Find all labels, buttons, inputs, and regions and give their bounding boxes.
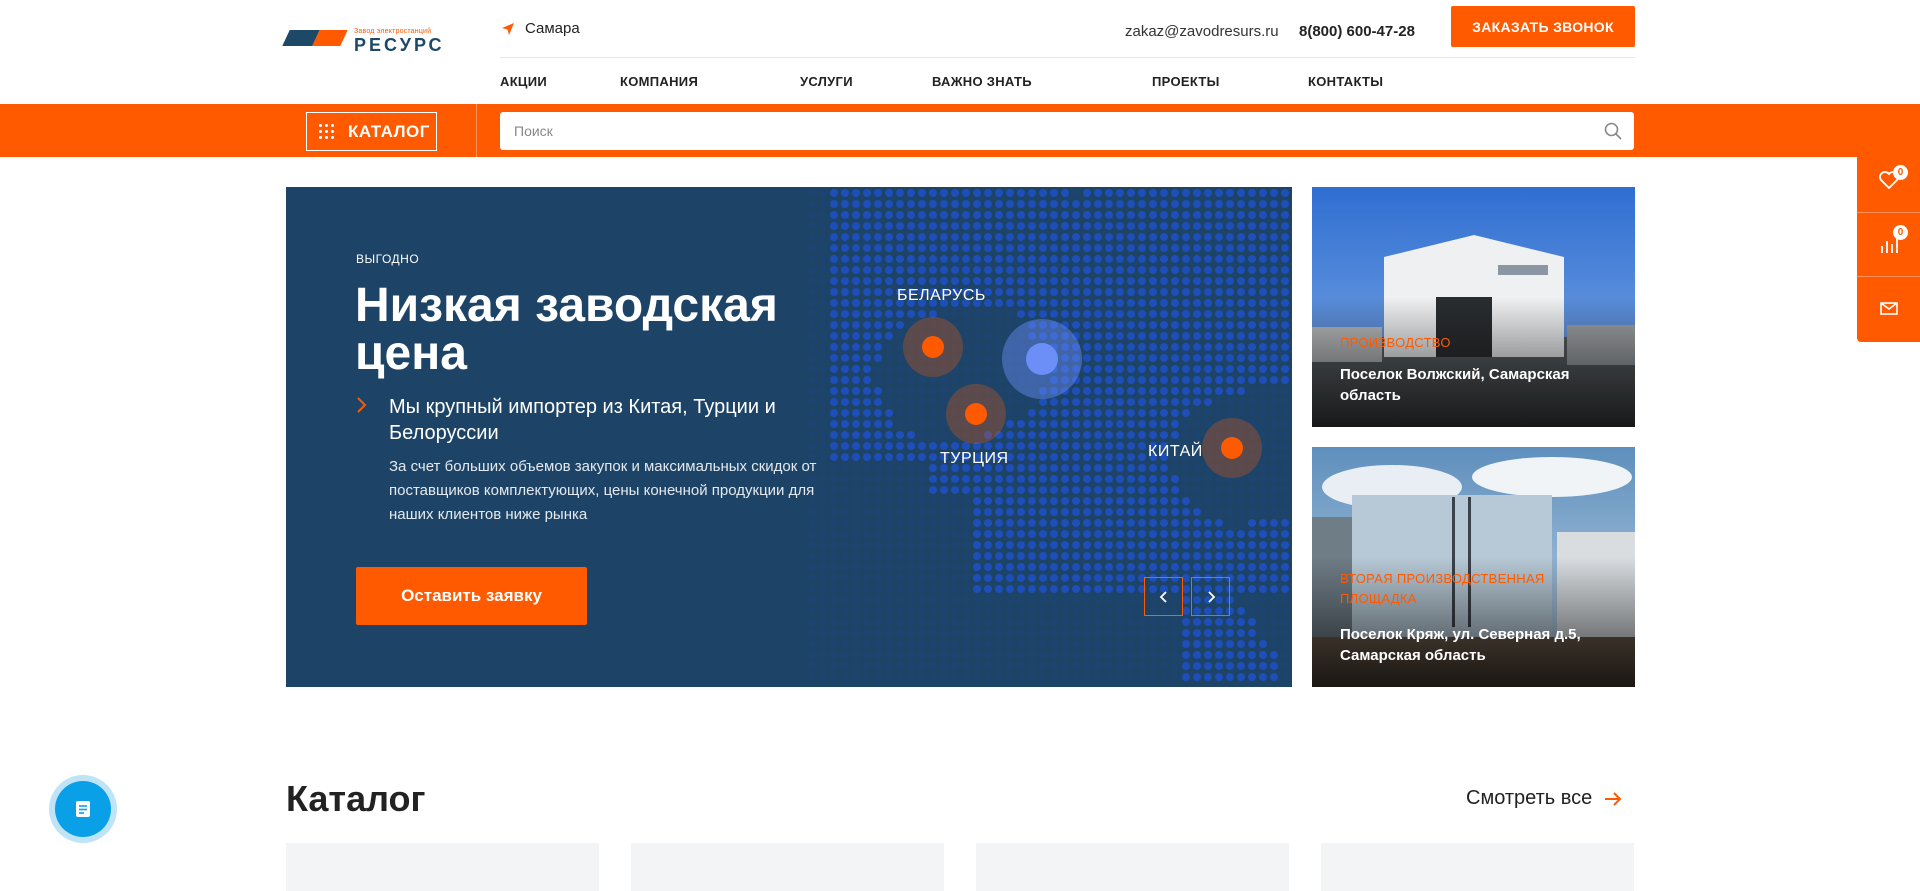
location-arrow-icon — [502, 22, 514, 35]
compare-button[interactable]: 0 — [1857, 213, 1920, 275]
apply-button[interactable]: Оставить заявку — [356, 567, 587, 625]
main-nav: АКЦИИ КОМПАНИЯ УСЛУГИ ВАЖНО ЗНАТЬ ПРОЕКТ… — [500, 74, 1635, 92]
location-card[interactable]: Вторая производственная площадка Поселок… — [1312, 447, 1635, 687]
slider-next-button[interactable] — [1191, 577, 1230, 616]
catalog-tile[interactable] — [631, 843, 944, 891]
chat-widget-button[interactable] — [49, 775, 117, 843]
see-all-link[interactable]: Смотреть все — [1466, 787, 1622, 810]
catalog-tile[interactable] — [1321, 843, 1634, 891]
site-logo[interactable]: Завод электростанций РЕСУРС — [282, 24, 466, 54]
search-input[interactable] — [500, 112, 1634, 150]
city-name: Самара — [525, 20, 580, 37]
logo-name: РЕСУРС — [354, 35, 445, 55]
card-title: Поселок Волжский, Самарская область — [1340, 366, 1570, 404]
catalog-tile[interactable] — [976, 843, 1289, 891]
location-card[interactable]: Производство Поселок Волжский, Самарская… — [1312, 187, 1635, 427]
bar-separator — [476, 104, 477, 157]
grid-dots-icon — [319, 124, 334, 139]
header-divider — [500, 57, 1635, 58]
search-box — [500, 112, 1634, 150]
logo-wordmark: Завод электростанций РЕСУРС — [354, 28, 445, 54]
favorites-button[interactable]: 0 — [1857, 149, 1920, 211]
slider-prev-button[interactable] — [1144, 577, 1183, 616]
map-label-belarus: БЕЛАРУСЬ — [897, 287, 986, 304]
map-label-china: КИТАЙ — [1148, 443, 1203, 460]
envelope-icon — [1879, 302, 1898, 315]
catalog-section-title: Каталог — [286, 778, 426, 819]
see-all-label: Смотреть все — [1466, 787, 1593, 809]
nav-item-promotions[interactable]: АКЦИИ — [500, 74, 547, 89]
logo-mark — [282, 26, 348, 48]
search-icon[interactable] — [1604, 122, 1622, 140]
catalog-tile[interactable] — [286, 843, 599, 891]
contact-phone[interactable]: 8(800) 600-47-28 — [1299, 23, 1415, 40]
hero-title: Низкая заводская цена — [355, 279, 778, 380]
callback-button[interactable]: ЗАКАЗАТЬ ЗВОНОК — [1451, 6, 1635, 47]
document-icon — [76, 801, 90, 817]
nav-item-company[interactable]: КОМПАНИЯ — [620, 74, 698, 89]
nav-item-important[interactable]: ВАЖНО ЗНАТЬ — [932, 74, 1032, 89]
card-tag: Вторая производственная площадка — [1340, 571, 1545, 606]
chevron-right-icon — [1207, 590, 1215, 603]
card-title: Поселок Кряж, ул. Северная д.5, Самарска… — [1340, 626, 1581, 664]
catalog-button-label: КАТАЛОГ — [348, 121, 430, 141]
contact-email[interactable]: zakaz@zavodresurs.ru — [1125, 23, 1279, 40]
favorites-count: 0 — [1893, 165, 1908, 180]
catalog-button[interactable]: КАТАЛОГ — [306, 112, 437, 151]
map-label-turkey: ТУРЦИЯ — [940, 450, 1009, 467]
chevron-left-icon — [1159, 590, 1167, 603]
nav-item-services[interactable]: УСЛУГИ — [800, 74, 853, 89]
arrow-right-icon — [1605, 791, 1622, 806]
hero-tag: выгодно — [356, 252, 420, 266]
hero-subtitle: Мы крупный импортер из Китая, Турции и Б… — [389, 396, 776, 444]
compare-count: 0 — [1893, 225, 1908, 240]
nav-item-projects[interactable]: ПРОЕКТЫ — [1152, 74, 1220, 89]
city-selector[interactable]: Самара — [501, 20, 580, 37]
card-tag: Производство — [1340, 335, 1451, 350]
hero-slider: БЕЛАРУСЬ ТУРЦИЯ КИТАЙ выгодно Низкая зав… — [286, 187, 1292, 687]
site-header: Завод электростанций РЕСУРС Самара zakaz… — [0, 0, 1920, 104]
mail-button[interactable] — [1857, 277, 1920, 339]
floating-action-panel: 0 0 — [1857, 149, 1920, 342]
nav-item-contacts[interactable]: КОНТАКТЫ — [1308, 74, 1383, 89]
chevron-right-icon — [357, 397, 367, 413]
hero-description: За счет больших объемов закупок и максим… — [389, 458, 817, 523]
